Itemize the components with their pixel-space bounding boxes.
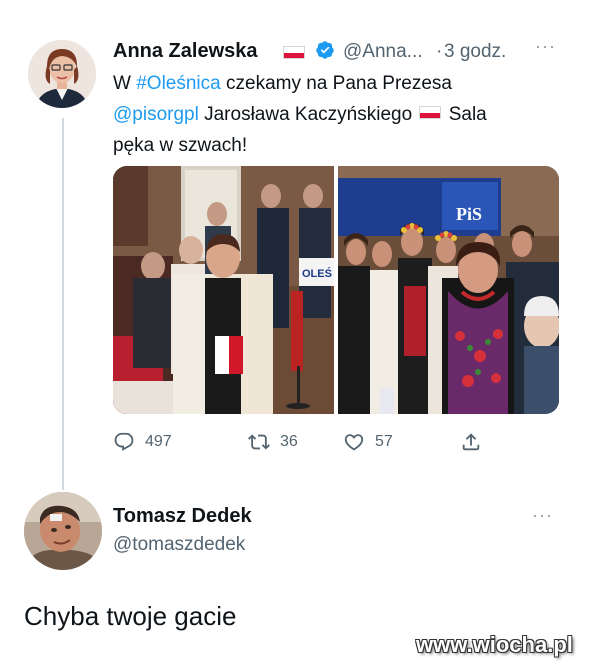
reply-more-options-icon[interactable]: ··· [532, 505, 553, 526]
verified-badge-icon [316, 41, 334, 59]
tweet-timestamp[interactable]: 3 godz. [444, 41, 506, 63]
reply-button[interactable]: 497 [113, 430, 172, 454]
author-handle[interactable]: @Anna... [343, 41, 423, 63]
more-options-icon[interactable]: ··· [535, 36, 556, 57]
like-count: 57 [375, 433, 393, 450]
tweet-text: W #Oleśnica czekamy na Pana Prezesa @pis… [113, 68, 553, 161]
avatar-anna-zalewska[interactable] [28, 40, 96, 108]
author-name[interactable]: Anna Zalewska [113, 40, 258, 63]
like-icon [344, 434, 364, 451]
reply-author-name[interactable]: Tomasz Dedek [113, 505, 252, 528]
text-segment: Sala [443, 104, 487, 125]
separator-dot: · [436, 41, 443, 62]
share-icon [462, 433, 480, 451]
retweet-count: 36 [280, 433, 298, 450]
retweet-button[interactable]: 36 [248, 430, 298, 454]
share-button[interactable] [460, 430, 492, 454]
reply-icon [114, 432, 134, 451]
text-segment: Jarosława Kaczyńskiego [198, 104, 418, 125]
tweet-photo-1[interactable]: OLEŚ [113, 166, 334, 414]
reply-count: 497 [145, 433, 172, 450]
photo-sign-text: OLEŚ [302, 267, 332, 280]
text-segment: pęka w szwach! [113, 135, 248, 156]
text-segment: W [113, 73, 137, 94]
thread-connector-line [62, 118, 64, 490]
like-button[interactable]: 57 [343, 430, 393, 454]
tweet-photo-2[interactable]: PiS [338, 166, 559, 414]
reply-text: Chyba twoje gacie [24, 601, 237, 631]
watermark: www.wiocha.pl [416, 632, 573, 657]
mention-link[interactable]: @pisorgpl [113, 104, 199, 125]
text-segment: czekamy na Pana Prezesa [220, 73, 453, 94]
reply-author-handle[interactable]: @tomaszdedek [113, 534, 245, 556]
poland-flag-icon [283, 46, 305, 59]
pis-logo-text: PiS [456, 204, 482, 224]
avatar-tomasz-dedek[interactable] [24, 492, 102, 570]
hashtag-link[interactable]: #Oleśnica [136, 73, 221, 94]
retweet-icon [248, 434, 270, 450]
poland-flag-emoji-icon [419, 106, 442, 119]
